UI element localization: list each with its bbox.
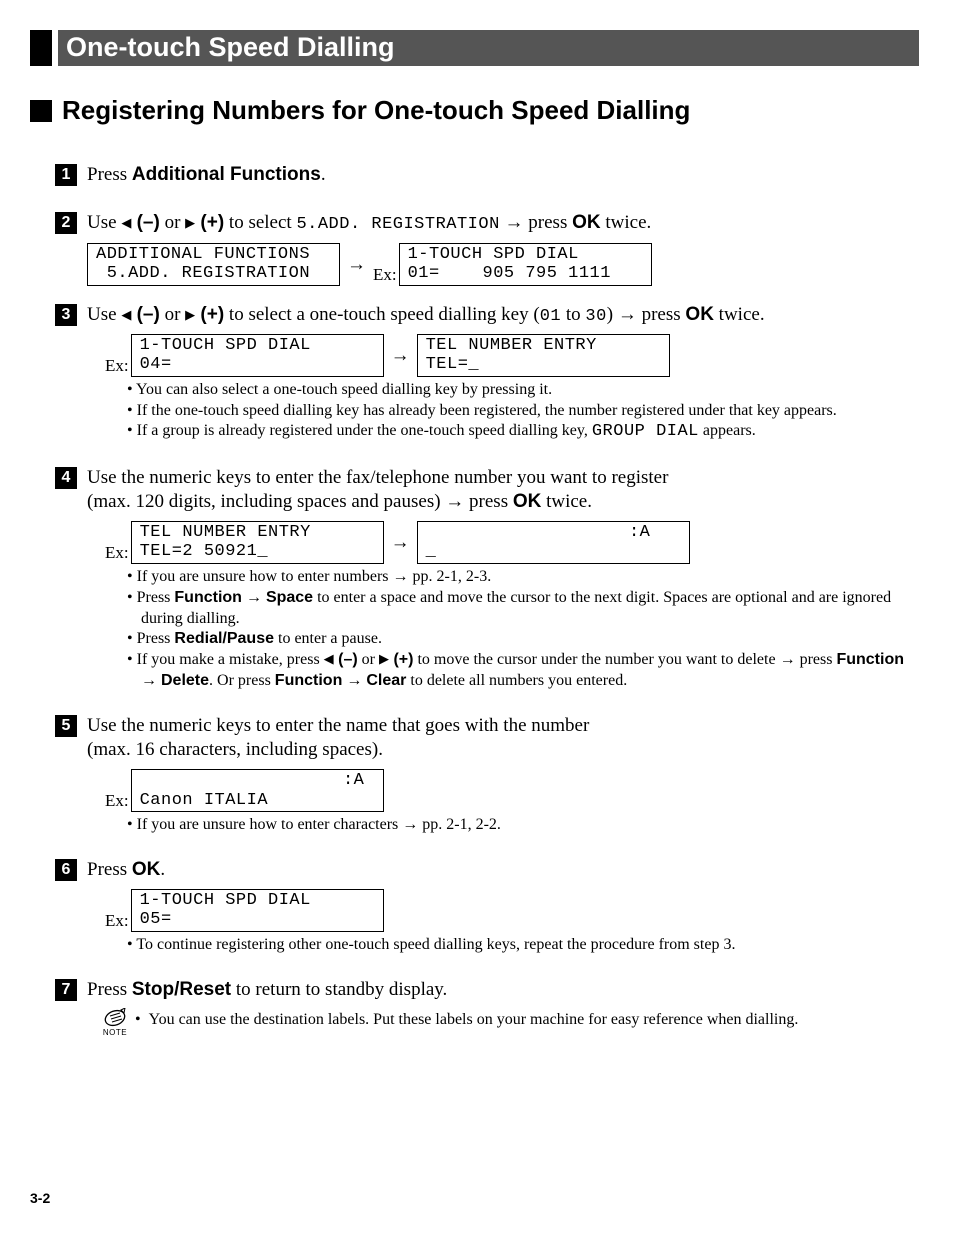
step-6-displays: Ex: 1-TOUCH SPD DIAL 05=: [105, 889, 919, 932]
step-number: 6: [55, 859, 77, 881]
step-4-displays: Ex: TEL NUMBER ENTRY TEL=2 50921_ → :A _: [105, 521, 919, 564]
left-arrow-icon: [324, 651, 334, 668]
arrow-icon: →: [391, 531, 410, 556]
subtitle: Registering Numbers for One-touch Speed …: [62, 94, 690, 128]
bullet-item: Press Redial/Pause to enter a pause.: [127, 629, 919, 650]
step-3-displays: Ex: 1-TOUCH SPD DIAL 04= → TEL NUMBER EN…: [105, 334, 919, 377]
bullet-item: If a group is already registered under t…: [127, 421, 919, 443]
right-arrow-icon: [185, 304, 195, 325]
arrow-icon: →: [347, 253, 366, 278]
example-label: Ex:: [105, 790, 129, 812]
note-icon: NOTE: [95, 1008, 135, 1038]
bullet-item: To continue registering other one-touch …: [127, 935, 919, 956]
step-3-bullets: You can also select a one-touch speed di…: [87, 380, 919, 444]
lcd-display: TEL NUMBER ENTRY TEL=_: [417, 334, 670, 377]
step-number: 2: [55, 212, 77, 234]
step-7-text: Press Stop/Reset to return to standby di…: [87, 978, 919, 1003]
bullet-item: If you make a mistake, press (–) or (+) …: [127, 650, 919, 692]
step-number: 7: [55, 979, 77, 1001]
bullet-item: If you are unsure how to enter numbers →…: [127, 567, 919, 588]
step-5-text: Use the numeric keys to enter the name t…: [87, 714, 919, 763]
left-arrow-icon: [121, 212, 131, 233]
arrow-icon: →: [391, 344, 410, 369]
example-label: Ex:: [373, 264, 397, 286]
subtitle-row: Registering Numbers for One-touch Speed …: [30, 94, 919, 128]
step-1: 1 Press Additional Functions.: [55, 163, 919, 194]
bullet-item: If the one-touch speed dialling key has …: [127, 401, 919, 422]
step-5-bullets: If you are unsure how to enter character…: [87, 815, 919, 836]
lcd-display: 1-TOUCH SPD DIAL 04=: [131, 334, 384, 377]
bullet-item: Press Function → Space to enter a space …: [127, 588, 919, 630]
page-number: 3-2: [30, 1189, 919, 1207]
step-2-displays: ADDITIONAL FUNCTIONS 5.ADD. REGISTRATION…: [87, 243, 919, 286]
title-bar: One-touch Speed Dialling: [30, 30, 919, 66]
right-arrow-icon: [379, 651, 389, 668]
step-4: 4 Use the numeric keys to enter the fax/…: [55, 466, 919, 706]
step-5-displays: Ex: :A Canon ITALIA: [105, 769, 919, 812]
example-label: Ex:: [105, 910, 129, 932]
right-arrow-icon: [185, 212, 195, 233]
step-number: 1: [55, 164, 77, 186]
step-4-bullets: If you are unsure how to enter numbers →…: [87, 567, 919, 692]
step-6-text: Press OK.: [87, 858, 919, 883]
bullet-item: You can also select a one-touch speed di…: [127, 380, 919, 401]
step-3-text: Use (–) or (+) to select a one-touch spe…: [87, 303, 919, 328]
step-1-text: Press Additional Functions.: [87, 163, 919, 188]
step-2-text: Use (–) or (+) to select 5.ADD. REGISTRA…: [87, 211, 919, 236]
step-number: 3: [55, 304, 77, 326]
step-5: 5 Use the numeric keys to enter the name…: [55, 714, 919, 850]
note-label: NOTE: [95, 1028, 135, 1038]
step-number: 4: [55, 467, 77, 489]
lcd-display: :A Canon ITALIA: [131, 769, 384, 812]
step-4-text: Use the numeric keys to enter the fax/te…: [87, 466, 919, 515]
left-arrow-icon: [121, 304, 131, 325]
step-7: 7 Press Stop/Reset to return to standby …: [55, 978, 919, 1039]
bullet-item: If you are unsure how to enter character…: [127, 815, 919, 836]
page-title: One-touch Speed Dialling: [58, 30, 919, 66]
step-6-bullets: To continue registering other one-touch …: [87, 935, 919, 956]
step-3: 3 Use (–) or (+) to select a one-touch s…: [55, 303, 919, 458]
example-label: Ex:: [105, 355, 129, 377]
step-6: 6 Press OK. Ex: 1-TOUCH SPD DIAL 05= To …: [55, 858, 919, 970]
lcd-display: ADDITIONAL FUNCTIONS 5.ADD. REGISTRATION: [87, 243, 340, 286]
example-label: Ex:: [105, 542, 129, 564]
step-2: 2 Use (–) or (+) to select 5.ADD. REGIST…: [55, 211, 919, 288]
title-accent-box: [30, 30, 52, 66]
lcd-display: 1-TOUCH SPD DIAL 01= 905 795 1111: [399, 243, 652, 286]
lcd-display: :A _: [417, 521, 690, 564]
step-number: 5: [55, 715, 77, 737]
note-row: NOTE • You can use the destination label…: [95, 1008, 919, 1038]
subtitle-bullet-icon: [30, 100, 52, 122]
note-text: • You can use the destination labels. Pu…: [135, 1008, 798, 1038]
lcd-display: TEL NUMBER ENTRY TEL=2 50921_: [131, 521, 384, 564]
lcd-display: 1-TOUCH SPD DIAL 05=: [131, 889, 384, 932]
